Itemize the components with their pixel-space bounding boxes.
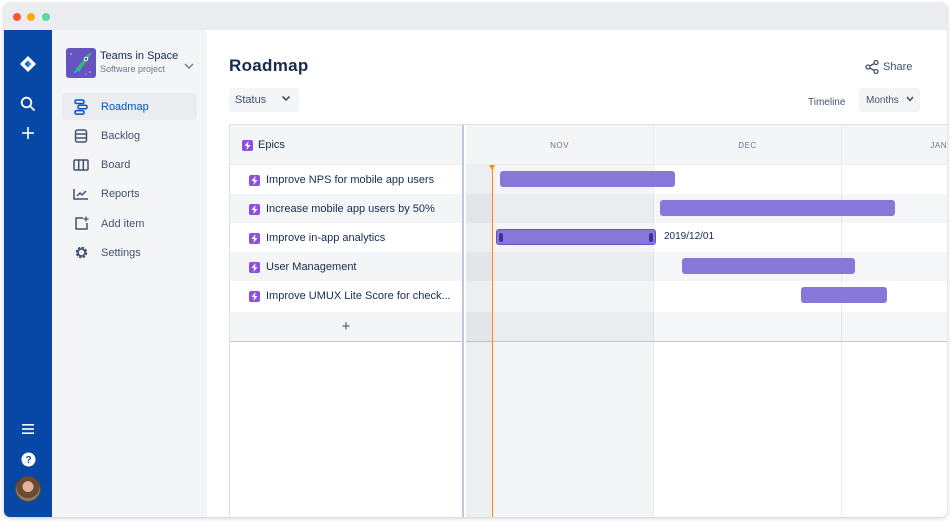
epic-icon bbox=[249, 174, 260, 186]
roadmap-grid: Epics Improve NPS for mobile app users In… bbox=[229, 124, 947, 517]
epic-bar[interactable] bbox=[500, 171, 675, 187]
app-window: ? Teams in Space Software project Roadma… bbox=[4, 3, 947, 517]
epic-icon bbox=[249, 203, 260, 215]
sidebar-item-label: Add item bbox=[101, 217, 145, 230]
title-bar bbox=[4, 3, 947, 30]
bar-end-date: 2019/12/01 bbox=[664, 231, 715, 242]
sidebar-item-label: Board bbox=[101, 158, 131, 171]
resize-handle-end[interactable] bbox=[649, 233, 653, 242]
sidebar-item-add-item[interactable]: Add item bbox=[62, 210, 197, 237]
share-label: Share bbox=[883, 61, 913, 73]
share-button[interactable]: Share bbox=[865, 60, 912, 74]
backlog-icon bbox=[73, 128, 89, 144]
sidebar-item-backlog[interactable]: Backlog bbox=[62, 122, 197, 149]
epic-title: Improve UMUX Lite Score for check... bbox=[266, 290, 451, 302]
help-icon[interactable]: ? bbox=[16, 447, 40, 471]
epic-row[interactable]: Improve in-app analytics bbox=[230, 223, 462, 252]
share-icon bbox=[865, 60, 879, 74]
project-name[interactable]: Teams in Space bbox=[100, 50, 178, 62]
epic-row[interactable]: User Management bbox=[230, 252, 462, 281]
board-icon bbox=[73, 157, 89, 173]
epic-title: User Management bbox=[266, 261, 357, 273]
global-nav: ? bbox=[4, 30, 52, 517]
timeline-add-row bbox=[466, 312, 947, 342]
project-avatar bbox=[66, 48, 96, 78]
chevron-down-icon[interactable] bbox=[184, 56, 194, 74]
today-marker-icon bbox=[489, 165, 495, 170]
chevron-down-icon bbox=[906, 96, 914, 102]
status-filter-label: Status bbox=[235, 94, 267, 106]
epic-bar[interactable] bbox=[496, 229, 656, 245]
epic-title: Improve NPS for mobile app users bbox=[266, 174, 435, 186]
epic-bar[interactable] bbox=[660, 200, 895, 216]
today-line bbox=[492, 165, 493, 517]
chevron-down-icon bbox=[281, 95, 291, 102]
jira-logo-icon[interactable] bbox=[16, 52, 40, 76]
create-icon[interactable] bbox=[16, 121, 40, 145]
resize-handle-start[interactable] bbox=[499, 233, 503, 242]
close-window-button[interactable] bbox=[13, 13, 21, 21]
epics-header-label: Epics bbox=[258, 139, 285, 151]
timeline-label: Timeline bbox=[808, 97, 846, 108]
month-label: NOV bbox=[466, 125, 654, 165]
epic-row[interactable]: Improve UMUX Lite Score for check... bbox=[230, 281, 462, 310]
past-period-shade bbox=[466, 165, 492, 517]
status-filter-dropdown[interactable]: Status bbox=[229, 88, 299, 112]
search-icon[interactable] bbox=[16, 92, 40, 116]
sidebar-item-roadmap[interactable]: Roadmap bbox=[62, 93, 197, 120]
roadmap-icon bbox=[73, 98, 89, 115]
timeline-scale-dropdown[interactable]: Months bbox=[859, 88, 920, 112]
maximize-window-button[interactable] bbox=[42, 13, 50, 21]
epic-icon bbox=[242, 139, 253, 151]
epic-icon bbox=[249, 232, 260, 244]
epic-icon bbox=[249, 261, 260, 273]
minimize-window-button[interactable] bbox=[27, 13, 35, 21]
sidebar-item-label: Backlog bbox=[101, 129, 141, 142]
timeline: NOV DEC JAN 2019/12/01 bbox=[466, 125, 947, 517]
epic-title: Increase mobile app users by 50% bbox=[266, 203, 435, 215]
reports-icon bbox=[73, 186, 89, 202]
epic-icon bbox=[249, 290, 260, 302]
main-content: Roadmap Share Status Timeline Months Epi… bbox=[207, 30, 947, 517]
timeline-scale-label: Months bbox=[866, 94, 899, 106]
sidebar-item-board[interactable]: Board bbox=[62, 151, 197, 178]
epic-bar[interactable] bbox=[801, 287, 887, 303]
settings-icon bbox=[73, 245, 89, 261]
sidebar-item-label: Settings bbox=[101, 246, 141, 259]
sidebar-item-settings[interactable]: Settings bbox=[62, 239, 197, 266]
epic-row[interactable]: Increase mobile app users by 50% bbox=[230, 194, 462, 223]
epic-title: Improve in-app analytics bbox=[266, 232, 386, 244]
page-title: Roadmap bbox=[229, 56, 309, 75]
add-epic-button[interactable]: + bbox=[230, 312, 462, 342]
sidebar-item-reports[interactable]: Reports bbox=[62, 180, 197, 207]
user-avatar[interactable] bbox=[15, 476, 41, 502]
menu-icon[interactable] bbox=[16, 417, 40, 441]
epic-row[interactable]: Improve NPS for mobile app users bbox=[230, 165, 462, 194]
epics-header: Epics bbox=[230, 125, 462, 165]
project-type: Software project bbox=[100, 64, 166, 74]
month-label: DEC bbox=[654, 125, 842, 165]
epics-list: Epics Improve NPS for mobile app users In… bbox=[230, 125, 464, 517]
project-sidebar: Teams in Space Software project Roadmap … bbox=[52, 30, 207, 517]
month-label: JAN bbox=[842, 125, 947, 165]
sidebar-item-label: Roadmap bbox=[101, 100, 149, 113]
epic-bar[interactable] bbox=[682, 258, 855, 274]
add-item-icon bbox=[73, 216, 89, 232]
sidebar-item-label: Reports bbox=[101, 187, 140, 200]
svg-text:?: ? bbox=[25, 455, 31, 466]
